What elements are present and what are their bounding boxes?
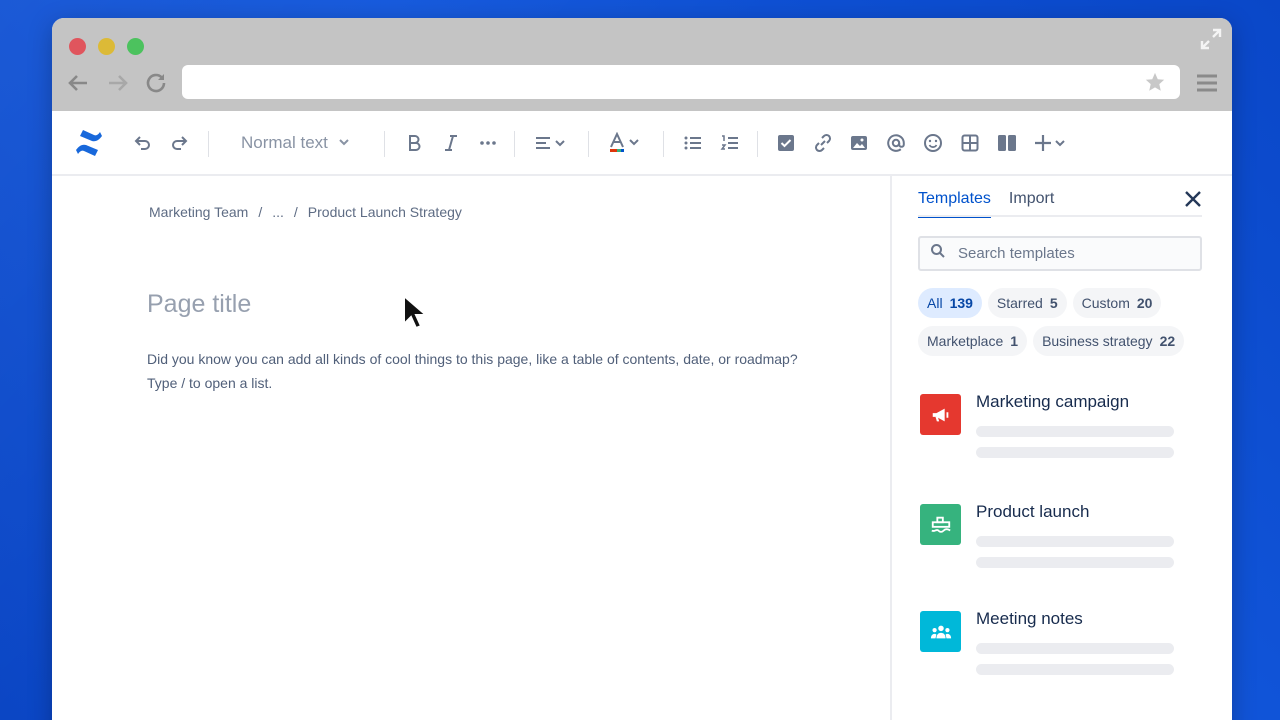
breadcrumb-current-page[interactable]: Product Launch Strategy <box>308 204 462 220</box>
breadcrumb-separator: / <box>258 204 263 220</box>
panel-tabs: Templates Import <box>918 190 1054 218</box>
template-card-product-launch[interactable]: Product launch <box>920 502 1210 584</box>
chevron-down-icon <box>338 133 350 153</box>
table-icon[interactable] <box>960 133 980 153</box>
filter-count: 1 <box>1010 333 1019 349</box>
image-icon[interactable] <box>849 133 869 153</box>
star-icon[interactable] <box>1144 71 1166 93</box>
maximize-window-button[interactable] <box>127 38 144 55</box>
window-controls <box>69 38 144 55</box>
forward-arrow-icon[interactable] <box>105 70 131 96</box>
checkbox-icon[interactable] <box>776 133 796 153</box>
text-style-label: Normal text <box>241 133 328 152</box>
tabs-divider <box>918 215 1202 217</box>
filter-count: 5 <box>1049 295 1058 311</box>
toolbar-divider <box>588 131 589 157</box>
filter-chip-custom[interactable]: Custom 20 <box>1072 288 1162 318</box>
megaphone-icon <box>920 394 961 435</box>
search-templates-input[interactable] <box>958 245 1188 262</box>
filter-chips: All 139 Starred 5 Custom 20 Marketplace … <box>918 288 1218 356</box>
numbered-list-icon[interactable] <box>720 133 740 153</box>
redo-icon[interactable] <box>170 133 190 153</box>
breadcrumb: Marketing Team / ... / Product Launch St… <box>149 204 462 220</box>
filter-count: 20 <box>1136 295 1153 311</box>
editor[interactable]: Marketing Team / ... / Product Launch St… <box>52 176 890 720</box>
skeleton-line <box>976 447 1174 458</box>
toolbar-divider <box>663 131 664 157</box>
address-bar[interactable] <box>182 65 1180 99</box>
text-color-icon[interactable] <box>608 131 644 154</box>
tab-templates[interactable]: Templates <box>918 190 991 218</box>
filter-label: Marketplace <box>927 333 1004 349</box>
filter-chip-marketplace[interactable]: Marketplace 1 <box>918 326 1028 356</box>
toolbar-divider <box>384 131 385 157</box>
breadcrumb-ellipsis[interactable]: ... <box>272 204 284 220</box>
filter-label: Business strategy <box>1042 333 1153 349</box>
skeleton-line <box>976 643 1174 654</box>
hint-line: Type / to open a list. <box>147 375 273 391</box>
search-icon <box>930 243 946 264</box>
italic-icon[interactable] <box>441 133 461 153</box>
back-arrow-icon[interactable] <box>65 70 91 96</box>
tab-import[interactable]: Import <box>1009 190 1054 218</box>
emoji-icon[interactable] <box>923 133 943 153</box>
hint-line: Did you know you can add all kinds of co… <box>147 351 798 367</box>
mouse-pointer-icon <box>402 293 430 334</box>
filter-label: Custom <box>1081 295 1130 311</box>
skeleton-line <box>976 557 1174 568</box>
filter-chip-business-strategy[interactable]: Business strategy 22 <box>1033 326 1185 356</box>
browser-window: Normal text Marketing Team / ... / Produ… <box>52 18 1232 720</box>
skeleton-line <box>976 426 1174 437</box>
people-icon <box>920 611 961 652</box>
template-title: Meeting notes <box>976 609 1083 628</box>
breadcrumb-space-link[interactable]: Marketing Team <box>149 204 248 220</box>
template-card-marketing-campaign[interactable]: Marketing campaign <box>920 392 1210 474</box>
toolbar-divider <box>757 131 758 157</box>
filter-label: All <box>927 295 943 311</box>
breadcrumb-separator: / <box>293 204 298 220</box>
ship-icon <box>920 504 961 545</box>
bold-icon[interactable] <box>404 133 424 153</box>
search-templates-field[interactable] <box>918 236 1202 271</box>
filter-count: 139 <box>949 295 973 311</box>
skeleton-line <box>976 536 1174 547</box>
link-icon[interactable] <box>813 133 833 153</box>
more-icon[interactable] <box>478 133 498 153</box>
skeleton-line <box>976 664 1174 675</box>
editor-hint[interactable]: Did you know you can add all kinds of co… <box>147 347 847 395</box>
minimize-window-button[interactable] <box>98 38 115 55</box>
layout-icon[interactable] <box>996 133 1018 153</box>
expand-icon[interactable] <box>1200 28 1222 50</box>
filter-label: Starred <box>996 295 1043 311</box>
insert-plus-icon[interactable] <box>1034 133 1068 153</box>
template-title: Product launch <box>976 502 1090 521</box>
align-icon[interactable] <box>534 133 568 153</box>
template-card-meeting-notes[interactable]: Meeting notes <box>920 609 1210 691</box>
page-title-input[interactable]: Page title <box>147 290 251 319</box>
toolbar-divider <box>514 131 515 157</box>
hamburger-menu-icon[interactable] <box>1196 72 1218 94</box>
confluence-logo[interactable] <box>74 128 104 158</box>
close-window-button[interactable] <box>69 38 86 55</box>
mention-icon[interactable] <box>886 133 906 153</box>
content-area: Marketing Team / ... / Product Launch St… <box>52 176 1232 720</box>
filter-chip-starred[interactable]: Starred 5 <box>987 288 1067 318</box>
templates-panel: Templates Import All 139 Starred <box>890 176 1232 720</box>
filter-chip-all[interactable]: All 139 <box>918 288 982 318</box>
editor-toolbar: Normal text <box>52 111 1232 176</box>
reload-icon[interactable] <box>143 70 169 96</box>
undo-icon[interactable] <box>132 133 152 153</box>
browser-chrome <box>52 18 1232 111</box>
close-icon[interactable] <box>1182 188 1204 210</box>
toolbar-divider <box>208 131 209 157</box>
filter-count: 22 <box>1159 333 1176 349</box>
bullet-list-icon[interactable] <box>683 133 703 153</box>
template-title: Marketing campaign <box>976 392 1130 411</box>
text-style-dropdown[interactable]: Normal text <box>241 133 350 153</box>
